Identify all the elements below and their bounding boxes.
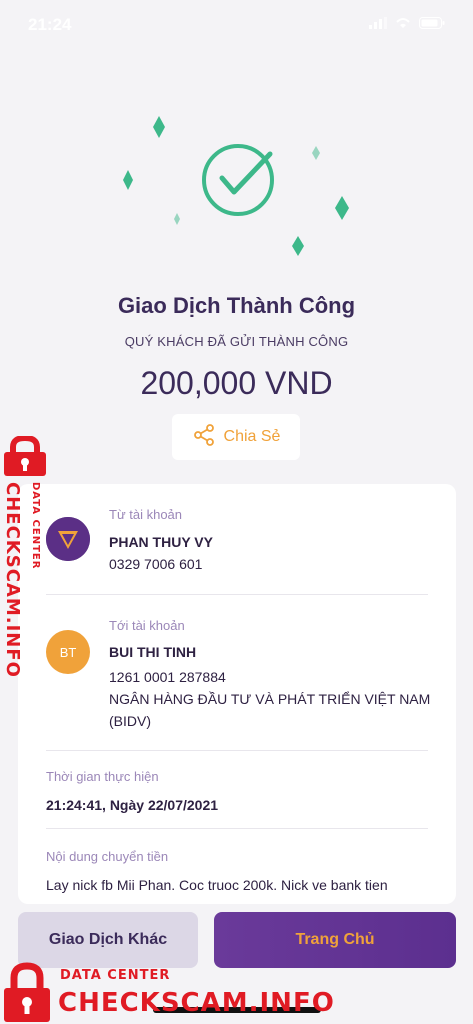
content-value: Lay nick fb Mii Phan. Coc truoc 200k. Ni… [46,877,388,893]
lock-icon [2,434,48,481]
from-label: Từ tài khoản [109,507,183,522]
page-title: Giao Dịch Thành Công [117,293,356,318]
to-account-section: BT Tới tài khoản BUI THI TINH 1261 0001 … [18,595,456,750]
watermark-side: CHECKSCAM.INFO DATA CENTER [0,434,52,678]
watermark-site: CHECKSCAM.INFO [2,482,23,678]
battery-icon [419,16,445,34]
other-transaction-button[interactable]: Giao Dịch Khác [18,912,198,968]
to-label: Tới tài khoản [109,618,185,633]
sender-name: PHAN THUY VY [109,534,213,550]
time-section: Thời gian thực hiện 21:24:41, Ngày 22/07… [18,751,456,828]
content-section: Nội dung chuyển tiền Lay nick fb Mii Pha… [18,829,456,904]
share-label: Chia Sẻ [223,428,281,445]
time-value: 21:24:41, Ngày 22/07/2021 [46,797,219,813]
watermark-site: CHECKSCAM.INFO [58,988,335,1018]
signal-icon [369,16,387,34]
recipient-bank: NGÂN HÀNG ĐẦU TƯ VÀ PHÁT TRIỂN VIỆT NAM [109,691,431,707]
watermark-bottom: DATA CENTER CHECKSCAM.INFO [0,962,334,1024]
success-subtitle: QUÝ KHÁCH ĐÃ GỬI THÀNH CÔNG [124,334,349,349]
recipient-account: 1261 0001 287884 [109,669,226,685]
share-button[interactable]: Chia Sẻ [172,414,300,460]
from-account-section: Từ tài khoản PHAN THUY VY 0329 7006 601 [18,484,456,594]
check-circle-icon [202,144,274,216]
content-label: Nội dung chuyển tiền [46,849,169,864]
status-time: 21:24 [28,15,72,34]
status-bar: 21:24 [0,0,473,50]
recipient-bank-code: (BIDV) [109,713,151,729]
transaction-details-card: Từ tài khoản PHAN THUY VY 0329 7006 601 … [18,484,456,904]
watermark-label: DATA CENTER [30,482,41,570]
share-icon [192,423,216,452]
recipient-avatar: BT [46,630,90,674]
sender-avatar [46,517,90,561]
sparkle-icon [123,116,349,256]
watermark-label: DATA CENTER [60,968,171,983]
recipient-name: BUI THI TINH [109,644,197,660]
success-illustration [0,100,473,300]
home-button[interactable]: Trang Chủ [214,912,456,968]
wifi-icon [395,16,411,34]
status-icons [369,16,445,34]
sender-account: 0329 7006 601 [109,556,203,572]
lock-icon [2,962,52,1024]
transaction-amount: 200,000 VND [140,365,333,401]
time-label: Thời gian thực hiện [46,769,159,784]
